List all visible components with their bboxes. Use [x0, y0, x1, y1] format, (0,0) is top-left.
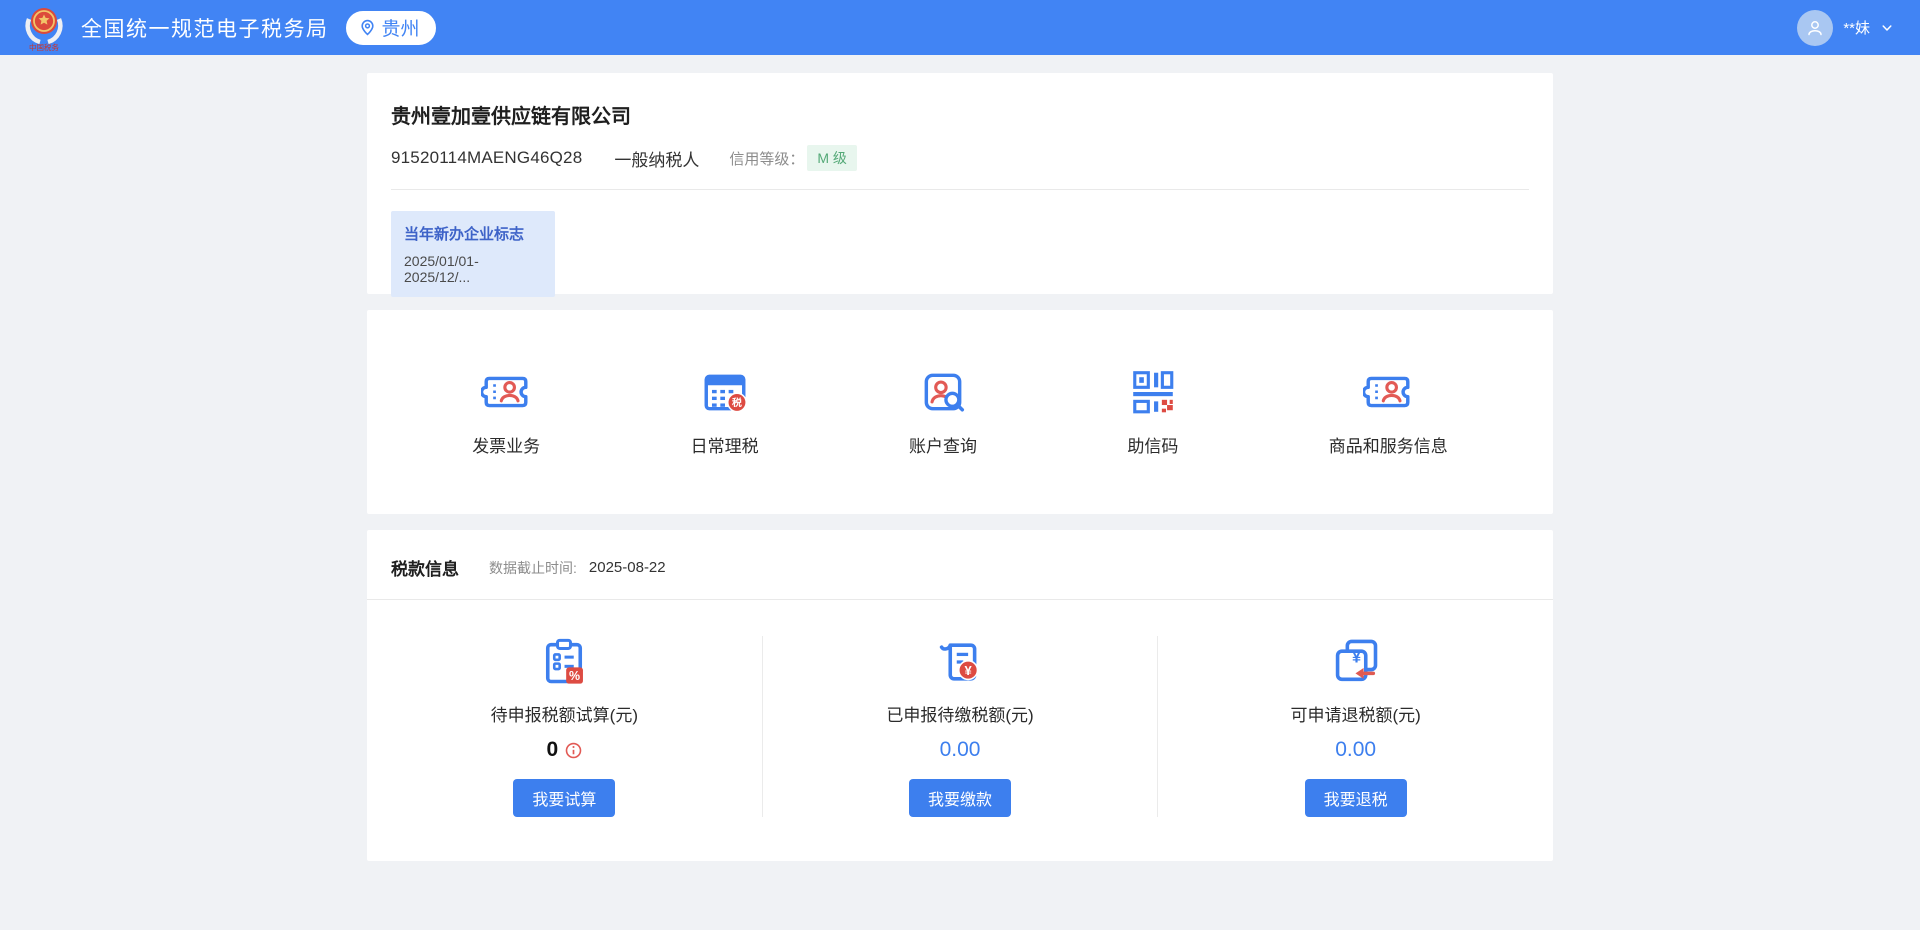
new-enterprise-tag-card[interactable]: 当年新办企业标志 2025/01/01-2025/12/...	[391, 211, 555, 297]
stat-declared-payable: ¥ 已申报待缴税额(元) 0.00 我要缴款	[763, 636, 1158, 817]
stat-label: 可申请退税额(元)	[1291, 701, 1421, 726]
quick-action-invoice[interactable]: 发票业务	[472, 367, 540, 457]
header-left: 中国税务 全国统一规范电子税务局 贵州	[22, 4, 436, 52]
pay-button[interactable]: 我要缴款	[909, 779, 1011, 817]
stat-value-row: 0.00	[1335, 737, 1376, 763]
quick-action-label: 发票业务	[472, 432, 540, 457]
tax-info-card: 税款信息 数据截止时间: 2025-08-22 % 待申报税额试算(元) 0	[367, 530, 1553, 861]
location-label: 贵州	[382, 14, 420, 41]
stat-value: 0	[546, 738, 558, 762]
quick-action-label: 日常理税	[691, 432, 759, 457]
company-tax-id: 91520114MAENG46Q28	[391, 148, 582, 168]
user-name: **妹	[1843, 17, 1870, 38]
account-search-icon	[918, 367, 968, 417]
percent-glyph: %	[569, 669, 580, 683]
divider	[391, 189, 1529, 190]
quick-action-label: 账户查询	[909, 432, 977, 457]
qr-code-icon	[1128, 367, 1178, 417]
top-header: 中国税务 全国统一规范电子税务局 贵州 **妹	[0, 0, 1920, 55]
cutoff-label: 数据截止时间:	[489, 558, 577, 578]
main-content: 贵州壹加壹供应链有限公司 91520114MAENG46Q28 一般纳税人 信用…	[367, 73, 1553, 861]
location-pin-icon	[359, 19, 376, 36]
stat-label: 待申报税额试算(元)	[491, 701, 638, 726]
stat-value: 0.00	[1335, 738, 1376, 762]
calendar-tax-icon: 税	[700, 367, 750, 417]
yuan-glyph: ¥	[965, 663, 973, 678]
credit-rating-badge[interactable]: M 级	[807, 145, 857, 171]
quick-action-goods-services[interactable]: 商品和服务信息	[1329, 367, 1448, 457]
goods-services-icon	[1363, 367, 1413, 417]
quick-actions-card: 发票业务 税 日常理税	[367, 310, 1553, 514]
stat-value-row: 0	[546, 737, 582, 763]
quick-action-account-query[interactable]: 账户查询	[909, 367, 977, 457]
company-info-card: 贵州壹加壹供应链有限公司 91520114MAENG46Q28 一般纳税人 信用…	[367, 73, 1553, 294]
stat-value: 0.00	[940, 738, 981, 762]
company-meta-row: 91520114MAENG46Q28 一般纳税人 信用等级： M 级	[391, 145, 1529, 171]
emblem-caption: 中国税务	[29, 42, 59, 52]
stat-pending-declaration: % 待申报税额试算(元) 0 我要试算	[367, 636, 762, 817]
refund-arrow-icon: ¥	[1330, 636, 1382, 688]
quick-action-label: 商品和服务信息	[1329, 432, 1448, 457]
china-tax-emblem-logo: 中国税务	[22, 4, 66, 52]
location-selector[interactable]: 贵州	[346, 11, 436, 45]
info-icon[interactable]	[565, 742, 582, 759]
yuan-glyph: ¥	[1352, 649, 1361, 667]
stat-label: 已申报待缴税额(元)	[886, 701, 1033, 726]
credit-rating: 信用等级： M 级	[729, 145, 857, 171]
tax-info-title: 税款信息	[391, 555, 459, 580]
receipt-yuan-icon: ¥	[934, 636, 986, 688]
chevron-down-icon	[1880, 21, 1894, 35]
quick-action-label: 助信码	[1127, 432, 1178, 457]
tax-stats-row: % 待申报税额试算(元) 0 我要试算	[367, 636, 1553, 817]
refund-button[interactable]: 我要退税	[1305, 779, 1407, 817]
taxpayer-type: 一般纳税人	[614, 146, 699, 171]
new-enterprise-tag-title: 当年新办企业标志	[404, 223, 542, 244]
tax-info-header: 税款信息 数据截止时间: 2025-08-22	[367, 530, 1553, 600]
tax-glyph: 税	[732, 396, 742, 409]
trial-calculate-button[interactable]: 我要试算	[513, 779, 615, 817]
clipboard-percent-icon: %	[538, 636, 590, 688]
company-name: 贵州壹加壹供应链有限公司	[391, 100, 1529, 129]
app-title: 全国统一规范电子税务局	[81, 13, 329, 43]
quick-action-daily-tax[interactable]: 税 日常理税	[691, 367, 759, 457]
invoice-person-icon	[481, 367, 531, 417]
person-icon	[1805, 18, 1825, 38]
stat-refundable: ¥ 可申请退税额(元) 0.00 我要退税	[1158, 636, 1553, 817]
stat-value-row: 0.00	[940, 737, 981, 763]
credit-rating-label: 信用等级：	[729, 148, 804, 169]
quick-action-assist-code[interactable]: 助信码	[1127, 367, 1178, 457]
cutoff-date: 2025-08-22	[589, 559, 666, 576]
avatar	[1797, 10, 1833, 46]
user-menu[interactable]: **妹	[1797, 10, 1894, 46]
new-enterprise-tag-period: 2025/01/01-2025/12/...	[404, 253, 542, 285]
